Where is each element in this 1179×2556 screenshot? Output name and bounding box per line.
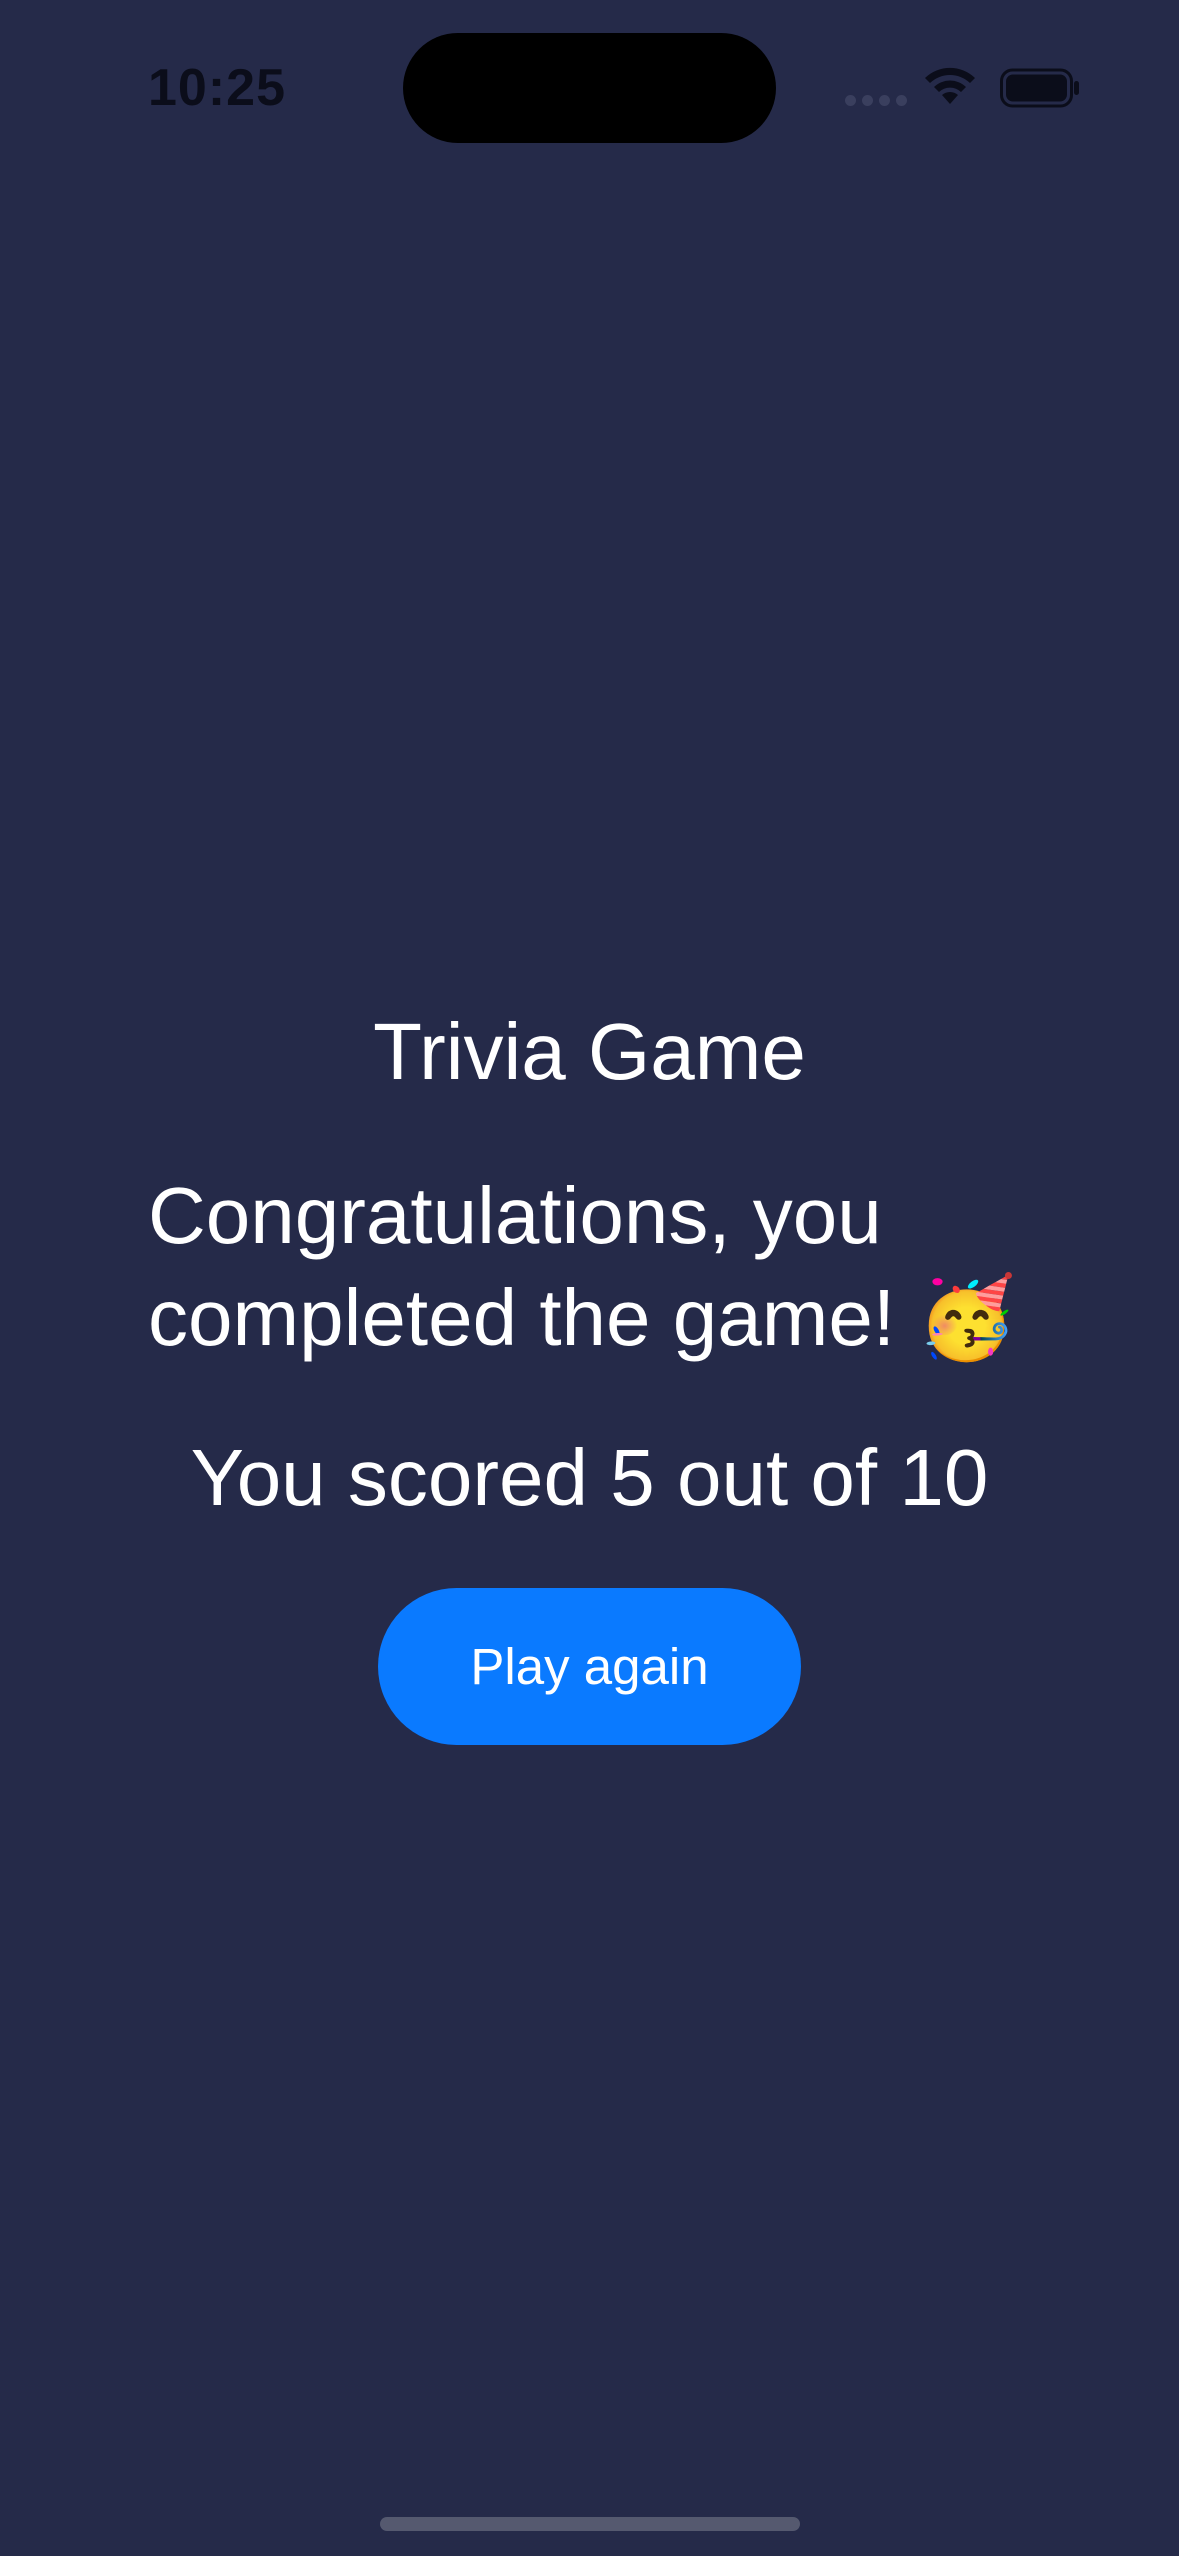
wifi-icon bbox=[925, 67, 975, 104]
status-bar: 10:25 bbox=[0, 0, 1179, 180]
cellular-signal-icon bbox=[845, 95, 907, 107]
completion-message: Congratulations, you completed the game!… bbox=[148, 1171, 1017, 1362]
score-text: You scored 5 out of 10 bbox=[190, 1433, 989, 1522]
dynamic-island bbox=[403, 33, 776, 143]
status-time: 10:25 bbox=[148, 59, 286, 117]
battery-icon bbox=[1000, 68, 1079, 108]
home-indicator[interactable] bbox=[380, 2517, 800, 2531]
page-title: Trivia Game bbox=[373, 1007, 806, 1096]
play-again-button[interactable]: Play again bbox=[378, 1588, 801, 1745]
